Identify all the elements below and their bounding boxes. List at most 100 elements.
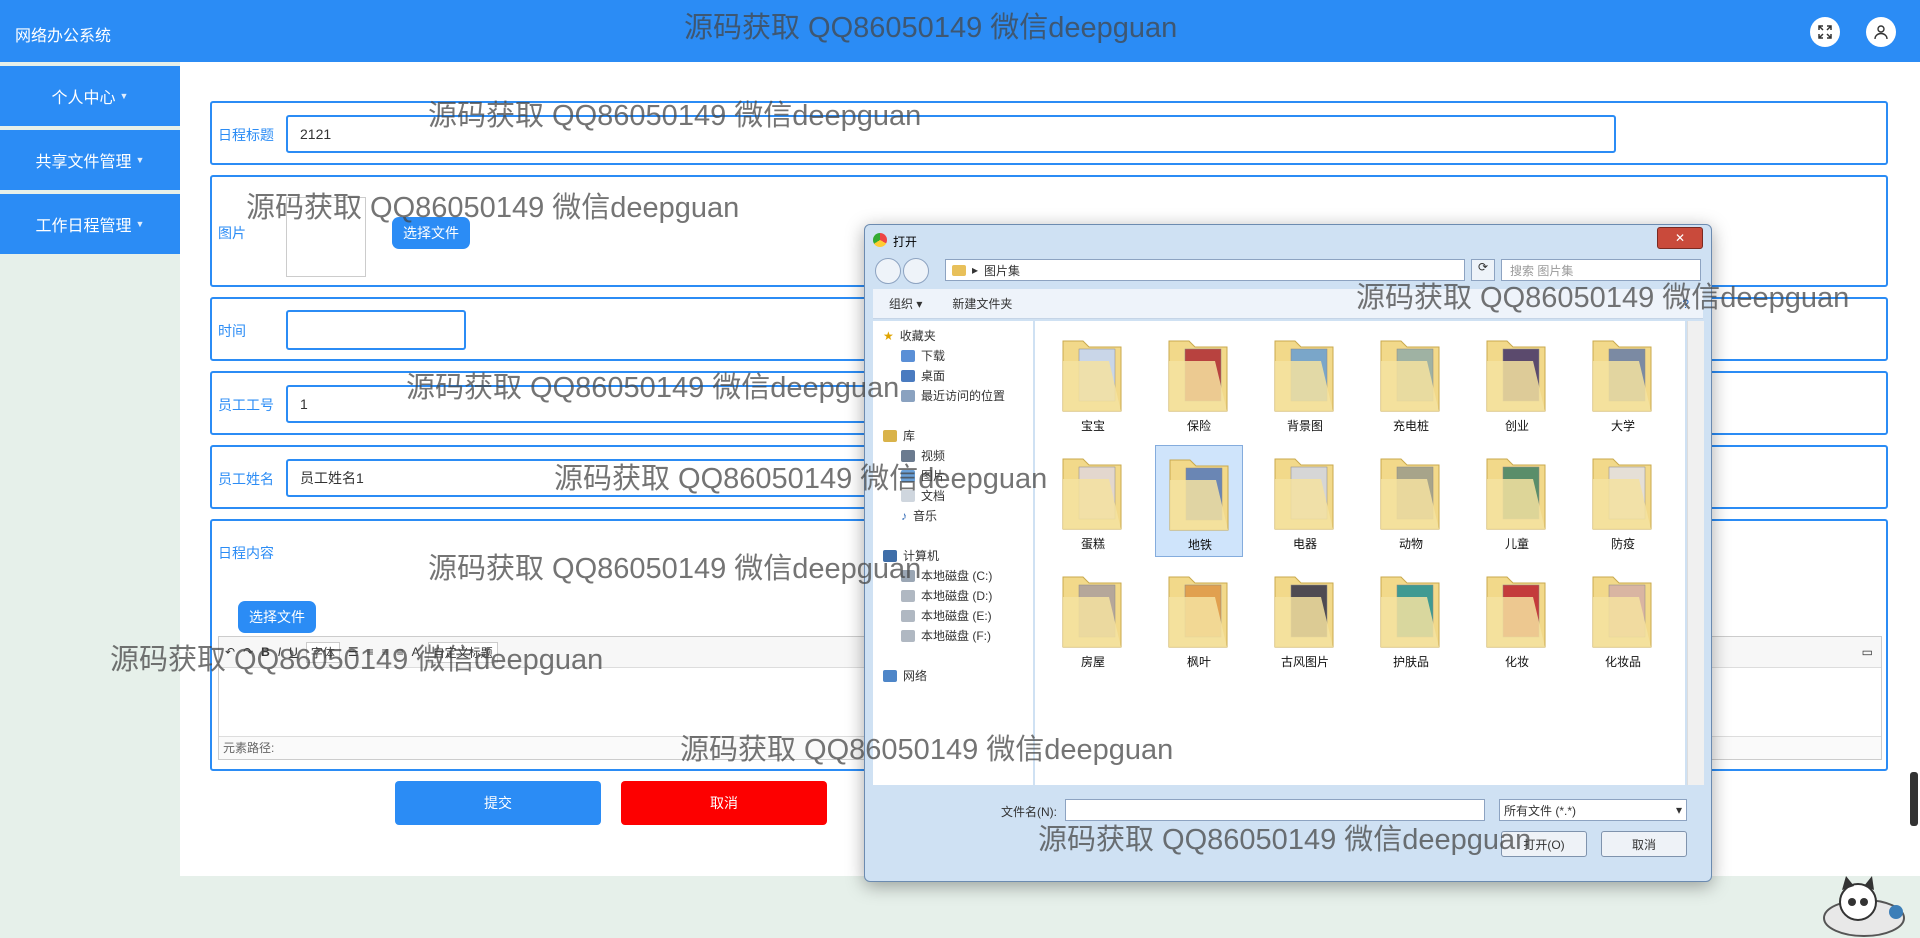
folder-item[interactable]: 古风图片	[1261, 563, 1349, 675]
music-icon: ♪	[901, 508, 907, 523]
folder-item[interactable]: 充电桩	[1367, 327, 1455, 439]
align-right-icon[interactable]: ≡	[397, 645, 404, 659]
folder-item[interactable]: 枫叶	[1155, 563, 1243, 675]
folder-item[interactable]: 防疫	[1579, 445, 1667, 557]
time-input[interactable]	[286, 310, 466, 350]
undo-icon[interactable]: ↶	[225, 645, 235, 659]
nav-network[interactable]: 网络	[883, 667, 927, 684]
nav-documents[interactable]: 文档	[901, 487, 945, 504]
disk-icon	[901, 629, 915, 642]
download-folder-icon	[901, 349, 915, 362]
align-left-icon[interactable]: ≡	[367, 645, 374, 659]
align-center-icon[interactable]: ≡	[382, 645, 389, 659]
nav-videos[interactable]: 视频	[901, 447, 945, 464]
nav-computer[interactable]: 计算机	[883, 547, 939, 564]
font-select[interactable]: 字体	[305, 641, 340, 663]
folder-item[interactable]: 保险	[1155, 327, 1243, 439]
folder-label: 护肤品	[1392, 655, 1429, 669]
folder-item[interactable]: 护肤品	[1367, 563, 1455, 675]
top-bar: 网络办公系统	[0, 0, 1920, 62]
page-scrollbar[interactable]	[1910, 772, 1918, 826]
nav-label: 计算机	[903, 549, 940, 563]
sidebar-item-personal[interactable]: 个人中心 ▼	[0, 66, 180, 126]
list-icon[interactable]: ☰	[348, 645, 359, 659]
filetype-select[interactable]: 所有文件 (*.*) ▾	[1499, 799, 1687, 821]
back-icon[interactable]	[875, 258, 901, 284]
search-input[interactable]: 搜索 图片集	[1501, 259, 1701, 281]
open-button[interactable]: 打开(O)	[1501, 831, 1587, 857]
folder-icon	[1168, 450, 1230, 532]
folder-item[interactable]: 电器	[1261, 445, 1349, 557]
bold-icon[interactable]: B	[261, 645, 270, 659]
sidebar-item-shared-files[interactable]: 共享文件管理 ▼	[0, 130, 180, 190]
forward-icon[interactable]	[903, 258, 929, 284]
filename-input[interactable]	[1065, 799, 1485, 821]
nav-pictures[interactable]: 图片	[901, 467, 945, 484]
choose-content-file-button[interactable]: 选择文件	[238, 601, 316, 633]
user-icon[interactable]	[1866, 17, 1896, 47]
file-pane: 宝宝 保险 背景图 充电桩 创业 大学蛋糕 地铁 电器 动物 儿童 防疫房屋 枫叶 古风图片 护肤品 化妆 化…	[1035, 321, 1685, 785]
nav-favorites[interactable]: ★ 收藏夹	[883, 327, 936, 344]
underline-icon[interactable]: U	[289, 645, 298, 659]
cancel-button[interactable]: 取消	[621, 781, 827, 825]
nav-disk-f[interactable]: 本地磁盘 (F:)	[901, 627, 991, 644]
address-bar[interactable]: ▸ 图片集	[945, 259, 1465, 281]
italic-icon[interactable]: I	[278, 645, 281, 659]
folder-label: 蛋糕	[1080, 537, 1105, 551]
chevron-right-icon: ▸	[972, 263, 979, 277]
heading-select[interactable]: 自定义标题	[427, 641, 498, 663]
organize-button[interactable]: 组织 ▾	[889, 295, 922, 312]
folder-label: 背景图	[1286, 419, 1323, 433]
folder-item[interactable]: 背景图	[1261, 327, 1349, 439]
folder-item[interactable]: 化妆品	[1579, 563, 1667, 675]
folder-item[interactable]: 蛋糕	[1049, 445, 1137, 557]
nav-disk-d[interactable]: 本地磁盘 (D:)	[901, 587, 992, 604]
font-size-icon[interactable]: A	[412, 645, 420, 659]
nav-label: 网络	[903, 669, 928, 683]
folder-item[interactable]: 儿童	[1473, 445, 1561, 557]
title-label: 日程标题	[218, 127, 274, 143]
nav-label: 图片	[921, 469, 946, 483]
refresh-icon[interactable]: ⟳	[1471, 259, 1495, 281]
help-icon[interactable]: ?	[1682, 297, 1689, 311]
caret-down-icon: ▼	[119, 91, 129, 101]
emp-no-label: 员工工号	[218, 397, 274, 413]
redo-icon[interactable]: ↷	[243, 645, 253, 659]
folder-item[interactable]: 大学	[1579, 327, 1667, 439]
nav-libraries[interactable]: 库	[883, 427, 915, 444]
folder-icon	[1167, 567, 1229, 649]
address-text: 图片集	[984, 263, 1021, 278]
folder-icon	[1591, 449, 1653, 531]
dialog-cancel-button[interactable]: 取消	[1601, 831, 1687, 857]
nav-disk-e[interactable]: 本地磁盘 (E:)	[901, 607, 992, 624]
folder-item[interactable]: 化妆	[1473, 563, 1561, 675]
file-pane-scrollbar[interactable]	[1687, 321, 1704, 785]
submit-button[interactable]: 提交	[395, 781, 601, 825]
title-input[interactable]: 2121	[286, 115, 1616, 153]
app-title: 网络办公系统	[15, 28, 112, 45]
nav-label: 本地磁盘 (C:)	[921, 569, 993, 583]
image-label: 图片	[218, 225, 246, 241]
folder-item[interactable]: 创业	[1473, 327, 1561, 439]
folder-item[interactable]: 地铁	[1155, 445, 1243, 557]
folder-item[interactable]: 宝宝	[1049, 327, 1137, 439]
folder-icon	[1485, 331, 1547, 413]
nav-desktop[interactable]: 桌面	[901, 367, 945, 384]
expand-icon[interactable]	[1810, 17, 1840, 47]
folder-item[interactable]: 房屋	[1049, 563, 1137, 675]
folder-icon	[952, 264, 966, 276]
nav-downloads[interactable]: 下载	[901, 347, 945, 364]
chevron-down-icon: ▾	[1675, 803, 1682, 817]
folder-icon	[1379, 567, 1441, 649]
nav-recent[interactable]: 最近访问的位置	[901, 387, 1005, 404]
folder-item[interactable]: 动物	[1367, 445, 1455, 557]
source-icon[interactable]: ▭	[1862, 645, 1873, 659]
choose-image-button[interactable]: 选择文件	[392, 217, 470, 249]
nav-music[interactable]: ♪ 音乐	[901, 507, 937, 524]
nav-disk-c[interactable]: 本地磁盘 (C:)	[901, 567, 992, 584]
sidebar-item-schedule[interactable]: 工作日程管理 ▼	[0, 194, 180, 254]
new-folder-button[interactable]: 新建文件夹	[952, 295, 1012, 312]
folder-icon	[1273, 567, 1335, 649]
dialog-close-button[interactable]: ✕	[1657, 227, 1703, 249]
sidebar-item-label: 个人中心	[51, 90, 116, 107]
